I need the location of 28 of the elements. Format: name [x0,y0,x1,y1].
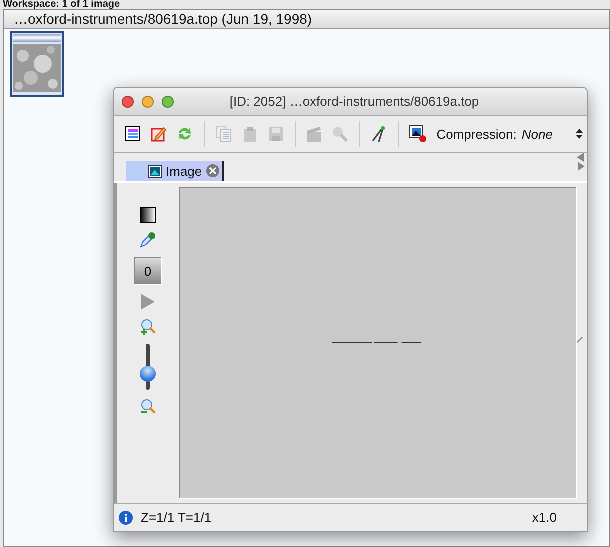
close-icon[interactable] [206,164,220,178]
compression-dropdown[interactable]: Compression: None [432,126,587,142]
workspace-title: …oxford-instruments/80619a.top (Jun 19, 1998) [4,10,609,29]
thumbnail-title-bar [13,34,61,42]
caret-icon [576,129,583,139]
gradient-icon[interactable] [140,207,156,223]
play-icon[interactable] [141,294,155,310]
zoom-out-icon[interactable] [140,399,156,415]
image-thumbnail[interactable] [10,31,64,97]
zoom-slider[interactable] [140,344,156,390]
image-icon [148,164,162,178]
channel-button[interactable]: 0 [134,257,162,285]
scroll-right-icon[interactable] [577,162,585,171]
scroll-left-icon[interactable] [577,153,585,162]
close-button[interactable] [122,96,134,108]
workspace-header: Workspace: 1 of 1 image [2,0,122,9]
minimize-button[interactable] [142,96,154,108]
zoom-label: x1.0 [532,510,557,525]
slider-thumb[interactable] [140,366,156,382]
zoom-in-icon[interactable] [140,319,156,335]
image-tab[interactable]: Image [126,161,224,181]
info-icon[interactable] [119,510,133,524]
eyedropper-icon[interactable] [140,232,156,248]
window-title: [ID: 2052] …oxford-instruments/80619a.top [228,94,480,109]
zoom-button[interactable] [162,96,174,108]
resize-icon[interactable] [577,337,583,343]
position-label: Z=1/1 T=1/1 [141,510,212,525]
image-export-icon[interactable] [406,123,429,145]
